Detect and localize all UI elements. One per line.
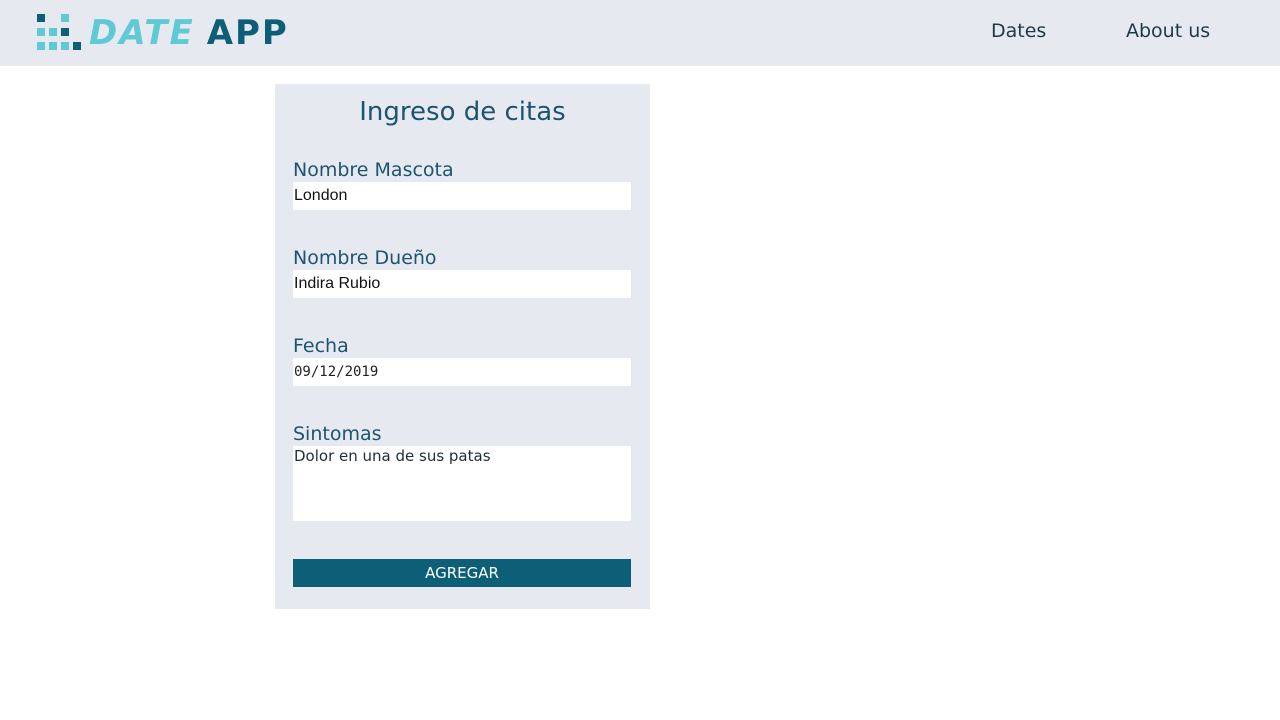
owner-name-label: Nombre Dueño bbox=[293, 247, 437, 269]
add-appointment-button[interactable]: AGREGAR bbox=[293, 559, 631, 587]
app-logo[interactable]: DATE APP bbox=[37, 14, 289, 52]
logo-pixel-icon bbox=[37, 14, 87, 52]
top-header: DATE APP Dates About us bbox=[0, 0, 1280, 66]
logo-word-date: DATE bbox=[89, 13, 195, 53]
date-input[interactable] bbox=[293, 358, 631, 386]
form-title: Ingreso de citas bbox=[359, 97, 566, 127]
pet-name-label: Nombre Mascota bbox=[293, 159, 454, 181]
date-label: Fecha bbox=[293, 335, 349, 357]
symptoms-label: Sintomas bbox=[293, 423, 382, 445]
logo-text: DATE APP bbox=[89, 14, 289, 52]
logo-word-app: APP bbox=[206, 13, 289, 53]
pet-name-input[interactable] bbox=[293, 182, 631, 210]
symptoms-textarea[interactable]: Dolor en una de sus patas bbox=[293, 446, 631, 521]
nav-link-about-us[interactable]: About us bbox=[1126, 20, 1210, 42]
owner-name-input[interactable] bbox=[293, 270, 631, 298]
nav-link-dates[interactable]: Dates bbox=[991, 20, 1046, 42]
appointment-form-card: Ingreso de citas Nombre Mascota Nombre D… bbox=[275, 84, 650, 609]
